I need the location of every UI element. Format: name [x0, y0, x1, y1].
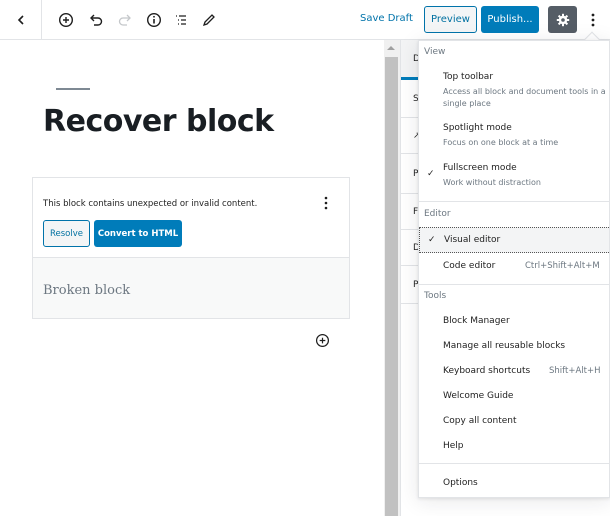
menu-item-label: Copy all content — [443, 416, 517, 426]
preview-button[interactable]: Preview — [424, 6, 477, 33]
block-more-options-button[interactable] — [319, 194, 333, 212]
more-menu-dropdown: View Top toolbar Access all block and do… — [418, 40, 610, 498]
block-warning: This block contains unexpected or invali… — [33, 178, 349, 258]
more-vertical-icon — [324, 196, 328, 210]
menu-item-top-toolbar[interactable]: Top toolbar Access all block and documen… — [419, 67, 609, 113]
list-view-icon — [176, 15, 186, 25]
scroll-thumb[interactable] — [385, 57, 398, 516]
menu-item-welcome-guide[interactable]: Welcome Guide — [419, 384, 609, 409]
convert-to-html-button[interactable]: Convert to HTML — [94, 220, 182, 247]
back-button[interactable] — [0, 0, 42, 39]
menu-item-label: Top toolbar — [443, 72, 494, 82]
menu-item-label: Help — [443, 441, 464, 451]
more-menu-button[interactable] — [583, 6, 603, 33]
chevron-left-icon — [17, 14, 24, 25]
menu-divider — [419, 284, 609, 285]
menu-item-label: Options — [443, 478, 478, 488]
more-vertical-icon — [591, 13, 595, 26]
invalid-block[interactable]: This block contains unexpected or invali… — [32, 177, 350, 319]
editor-canvas: Recover block This block contains unexpe… — [0, 40, 384, 516]
resolve-button[interactable]: Resolve — [43, 220, 90, 247]
menu-item-label: Welcome Guide — [443, 391, 514, 401]
menu-divider — [419, 463, 609, 464]
menu-item-label: Visual editor — [444, 235, 501, 245]
menu-item-copy-all-content[interactable]: Copy all content — [419, 409, 609, 434]
menu-item-shortcut: Shift+Alt+H — [549, 366, 601, 376]
group-label-editor: Editor — [424, 209, 451, 219]
menu-item-block-manager[interactable]: Block Manager — [419, 309, 609, 334]
block-preview: Broken block — [33, 258, 349, 318]
info-icon — [146, 12, 162, 28]
menu-item-spotlight-mode[interactable]: Spotlight mode Focus on one block at a t… — [419, 117, 609, 153]
details-button[interactable] — [143, 9, 165, 31]
list-view-button[interactable] — [170, 9, 192, 31]
add-block-button[interactable] — [55, 9, 77, 31]
warning-message: This block contains unexpected or invali… — [43, 199, 258, 209]
menu-item-label: Spotlight mode — [443, 123, 512, 133]
tools-button[interactable] — [198, 9, 220, 31]
settings-button[interactable] — [548, 6, 577, 33]
save-draft-button[interactable]: Save Draft — [360, 13, 413, 24]
checkmark-icon: ✓ — [428, 235, 436, 245]
menu-item-shortcut: Ctrl+Shift+Alt+M — [525, 261, 600, 271]
broken-block-content: Broken block — [43, 283, 131, 298]
menu-item-label: Code editor — [443, 261, 496, 271]
menu-item-label: Block Manager — [443, 316, 510, 326]
add-block-icon — [315, 333, 329, 347]
editor-header: Save Draft Preview Publish... — [0, 0, 610, 40]
menu-item-help[interactable]: Help — [419, 434, 609, 459]
post-title[interactable]: Recover block — [43, 104, 274, 139]
redo-icon — [118, 14, 131, 26]
menu-item-description: Focus on one block at a time — [443, 138, 559, 147]
menu-item-options[interactable]: Options — [419, 471, 609, 496]
publish-button[interactable]: Publish... — [481, 6, 539, 33]
menu-item-label: Fullscreen mode — [443, 163, 517, 173]
menu-item-description: Work without distraction — [443, 178, 541, 187]
group-label-view: View — [424, 47, 446, 57]
menu-item-manage-reusable-blocks[interactable]: Manage all reusable blocks — [419, 334, 609, 359]
edit-tools-icon — [202, 14, 215, 27]
undo-icon — [90, 14, 103, 26]
block-inserter-button[interactable] — [314, 332, 330, 348]
title-separator — [56, 88, 90, 90]
redo-button[interactable] — [114, 9, 136, 31]
menu-item-keyboard-shortcuts[interactable]: Keyboard shortcuts Shift+Alt+H — [419, 359, 609, 384]
group-label-tools: Tools — [424, 291, 447, 301]
scroll-up-arrow[interactable] — [387, 46, 395, 50]
menu-item-code-editor[interactable]: Code editor Ctrl+Shift+Alt+M — [419, 254, 609, 280]
menu-item-label: Manage all reusable blocks — [443, 341, 566, 351]
add-block-icon — [58, 12, 74, 28]
checkmark-icon: ✓ — [427, 169, 435, 179]
canvas-scrollbar[interactable] — [384, 40, 400, 516]
undo-button[interactable] — [85, 9, 107, 31]
menu-item-label: Keyboard shortcuts — [443, 366, 531, 376]
menu-item-description: Access all block and document tools in a… — [443, 87, 606, 108]
menu-item-fullscreen-mode[interactable]: ✓ Fullscreen mode Work without distracti… — [419, 157, 609, 195]
menu-divider — [419, 201, 609, 202]
menu-item-visual-editor[interactable]: ✓ Visual editor — [419, 227, 609, 253]
gear-icon — [556, 13, 569, 26]
